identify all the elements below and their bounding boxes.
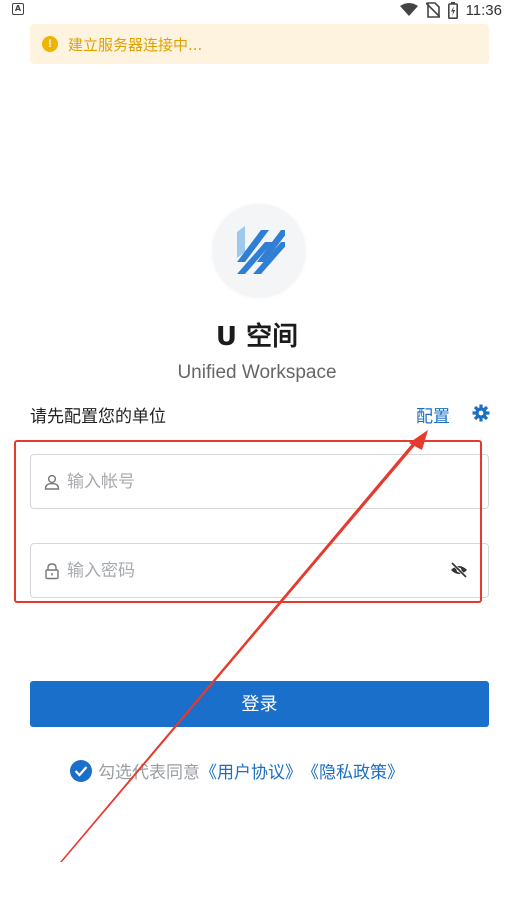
org-prompt: 请先配置您的单位 <box>30 407 166 427</box>
agreement-prefix: 勾选代表同意 <box>98 763 200 783</box>
app-logo <box>213 204 305 296</box>
status-bar: A 11:36 <box>0 0 514 20</box>
config-link[interactable]: 配置 <box>416 402 450 427</box>
app-notification-icon: A <box>12 3 24 15</box>
user-agreement-link[interactable]: 《用户协议》 <box>200 758 302 783</box>
logo-mark-icon <box>237 226 285 274</box>
check-icon <box>74 765 88 777</box>
gear-icon[interactable] <box>472 404 490 422</box>
privacy-policy-link[interactable]: 《隐私政策》 <box>302 758 404 783</box>
app-title: U 空间 <box>215 322 299 352</box>
status-icons: 11:36 <box>399 0 502 20</box>
clock: 11:36 <box>465 1 502 19</box>
app-subtitle: Unified Workspace <box>177 362 337 383</box>
wifi-icon <box>399 3 418 16</box>
annotation-highlight-box <box>14 440 482 603</box>
agreement-row: 勾选代表同意 《用户协议》 《隐私政策》 <box>70 758 404 783</box>
no-sim-icon <box>425 2 440 18</box>
login-button[interactable]: 登录 <box>30 681 489 727</box>
warning-icon: ! <box>42 36 58 52</box>
banner-text: 建立服务器连接中... <box>68 35 203 54</box>
battery-charging-icon <box>447 1 458 19</box>
connection-banner: ! 建立服务器连接中... <box>30 24 489 64</box>
agreement-checkbox[interactable] <box>70 759 92 782</box>
